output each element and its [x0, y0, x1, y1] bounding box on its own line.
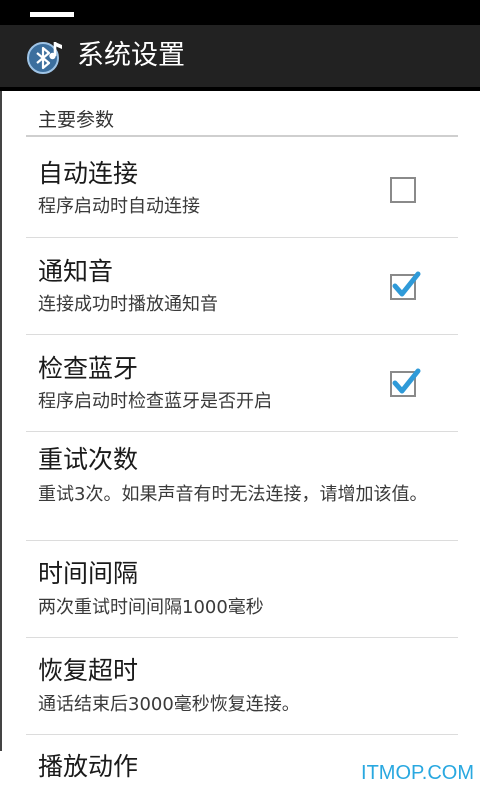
- watermark-logo: ITMOP.COM: [361, 762, 474, 784]
- checkmark-icon: [392, 368, 421, 394]
- status-bar: [0, 0, 480, 25]
- pref-title: 恢复超时: [38, 656, 139, 685]
- bluetooth-music-icon[interactable]: [24, 36, 66, 78]
- page-title: 系统设置: [77, 40, 185, 71]
- pref-summary: 两次重试时间间隔1000毫秒: [38, 597, 264, 618]
- checkmark-icon: [392, 271, 421, 297]
- status-bar-indicator: [30, 12, 74, 17]
- pref-summary: 连接成功时播放通知音: [38, 294, 218, 315]
- pref-title: 检查蓝牙: [38, 354, 139, 383]
- pref-title: 重试次数: [38, 445, 139, 474]
- auto-connect-checkbox[interactable]: [390, 177, 416, 203]
- pref-check-bluetooth[interactable]: 检查蓝牙 程序启动时检查蓝牙是否开启: [26, 334, 458, 432]
- category-header: 主要参数: [38, 109, 115, 131]
- pref-resume-timeout[interactable]: 恢复超时 通话结束后3000毫秒恢复连接。: [26, 637, 458, 735]
- pref-auto-connect[interactable]: 自动连接 程序启动时自动连接: [26, 137, 458, 238]
- pref-retry-count[interactable]: 重试次数 重试3次。如果声音有时无法连接，请增加该值。: [26, 431, 458, 541]
- pref-summary: 程序启动时检查蓝牙是否开启: [38, 391, 272, 412]
- pref-time-interval[interactable]: 时间间隔 两次重试时间间隔1000毫秒: [26, 540, 458, 638]
- settings-list[interactable]: 主要参数 自动连接 程序启动时自动连接 通知音 连接成功时播放通知音 检查蓝牙 …: [0, 91, 480, 800]
- pref-title: 通知音: [38, 257, 114, 286]
- pref-title: 时间间隔: [38, 559, 139, 588]
- pref-summary: 程序启动时自动连接: [38, 196, 200, 217]
- pref-title: 自动连接: [38, 159, 139, 188]
- action-bar: 系统设置: [0, 25, 480, 91]
- pref-title: 播放动作: [38, 752, 139, 781]
- notification-sound-checkbox[interactable]: [390, 271, 421, 300]
- pref-notification-sound[interactable]: 通知音 连接成功时播放通知音: [26, 237, 458, 335]
- left-edge-divider: [0, 91, 2, 751]
- pref-summary: 通话结束后3000毫秒恢复连接。: [38, 694, 300, 715]
- pref-summary: 重试3次。如果声音有时无法连接，请增加该值。: [38, 484, 428, 505]
- check-bluetooth-checkbox[interactable]: [390, 368, 421, 397]
